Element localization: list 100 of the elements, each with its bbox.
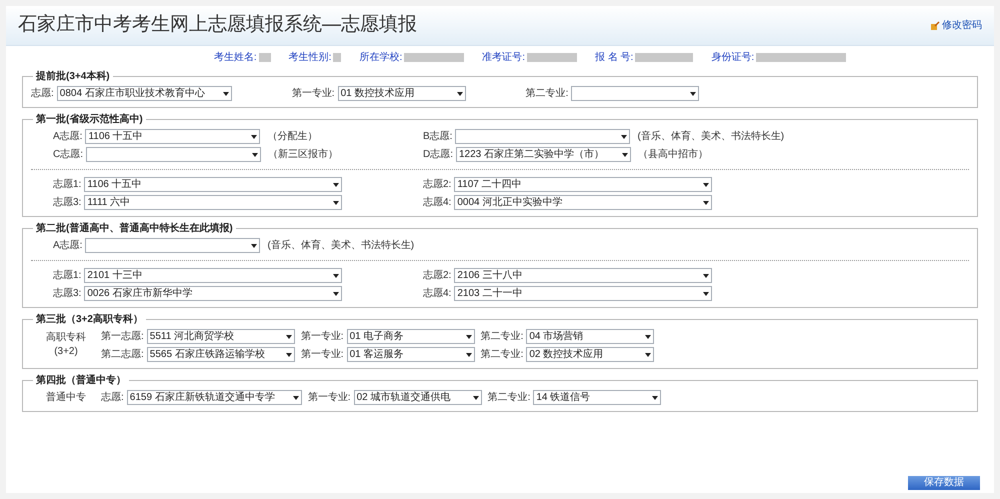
- dropdown[interactable]: 02 数控技术应用: [526, 347, 654, 362]
- redacted-value: [527, 53, 577, 62]
- dropdown-arrow-icon: [252, 152, 258, 156]
- field-label: B志愿:: [423, 130, 452, 144]
- dropdown-arrow-icon: [472, 396, 479, 400]
- dropdown-arrow-icon: [703, 274, 710, 278]
- dropdown[interactable]: 1106 十五中: [85, 129, 260, 144]
- dropdown-arrow-icon: [286, 334, 292, 338]
- dropdown-arrow-icon: [456, 92, 463, 96]
- dropdown[interactable]: 2103 二十一中: [454, 286, 712, 301]
- dropdown-arrow-icon: [333, 182, 340, 186]
- dropdown-arrow-icon: [333, 200, 340, 204]
- dropdown-arrow-icon: [286, 352, 292, 356]
- dropdown[interactable]: 2106 三十八中: [454, 268, 712, 283]
- field-label: 志愿1:: [53, 268, 82, 283]
- dropdown-arrow-icon: [703, 200, 710, 204]
- field-label: 第二专业:: [480, 330, 524, 344]
- dropdown-arrow-icon: [690, 92, 696, 96]
- change-password-link[interactable]: 修改密码: [931, 18, 982, 33]
- field-label: 第一专业:: [300, 348, 344, 362]
- info-label: 考生姓名:: [214, 50, 257, 65]
- dropdown[interactable]: [455, 129, 630, 144]
- field-label: 第二专业:: [480, 348, 524, 362]
- dropdown[interactable]: 0804 石家庄市职业技术教育中心: [56, 86, 232, 101]
- field-note: （新三区报市）: [268, 148, 338, 162]
- field-label: 第一专业:: [292, 86, 335, 101]
- redacted-value: [333, 53, 342, 62]
- dropdown[interactable]: 1111 六中: [84, 195, 342, 210]
- side-label: (3+2): [54, 345, 78, 359]
- redacted-value: [404, 53, 464, 62]
- dropdown-arrow-icon: [652, 396, 658, 400]
- field-label: 志愿:: [101, 390, 124, 405]
- field-label: 第一专业:: [300, 330, 344, 344]
- dropdown[interactable]: 1107 二十四中: [454, 177, 712, 192]
- field-label: 第二专业:: [488, 390, 530, 405]
- dropdown[interactable]: 02 城市轨道交通供电: [354, 390, 482, 405]
- field-label: 第一专业:: [308, 390, 351, 405]
- pencil-icon: [931, 21, 940, 30]
- dropdown[interactable]: 14 铁道信号: [533, 390, 662, 405]
- dropdown[interactable]: 01 数控技术应用: [338, 86, 466, 101]
- redacted-value: [258, 53, 271, 62]
- field-label: 志愿3:: [53, 286, 82, 301]
- dropdown-arrow-icon: [622, 152, 628, 156]
- field-label: 志愿2:: [423, 178, 452, 192]
- field-label: 志愿3:: [53, 196, 82, 210]
- field-label: 第一志愿:: [101, 330, 144, 344]
- info-label: 考生性别:: [288, 50, 332, 65]
- dropdown-arrow-icon: [703, 292, 710, 296]
- side-label: 普通中专: [46, 391, 86, 405]
- info-label: 准考证号:: [482, 50, 525, 65]
- field-note: (音乐、体育、美术、书法特长生): [267, 238, 414, 253]
- info-label: 所在学校:: [359, 50, 402, 65]
- dropdown-arrow-icon: [222, 92, 229, 96]
- dropdown[interactable]: 0004 河北正中实验中学: [454, 195, 712, 210]
- dropdown-arrow-icon: [251, 244, 258, 248]
- section-title: 第一批(省级示范性高中): [35, 112, 144, 127]
- dropdown[interactable]: 01 电子商务: [346, 329, 475, 344]
- dropdown[interactable]: 01 客运服务: [346, 347, 475, 362]
- dropdown[interactable]: 5511 河北商贸学校: [146, 329, 295, 344]
- dropdown[interactable]: 1106 十五中: [84, 177, 342, 192]
- side-label: 高职专科: [46, 331, 86, 345]
- dropdown[interactable]: 04 市场营销: [526, 329, 654, 344]
- dropdown-arrow-icon: [703, 182, 710, 186]
- section-title: 第二批(普通高中、普通高中特长生在此填报): [35, 221, 234, 236]
- dropdown-arrow-icon: [251, 134, 258, 138]
- section-title: 第三批（3+2高职专科）: [35, 312, 144, 327]
- field-label: 第二志愿:: [101, 348, 144, 362]
- field-label: 志愿2:: [423, 268, 452, 283]
- dropdown[interactable]: [571, 86, 700, 101]
- field-label: C志愿:: [53, 148, 83, 162]
- dropdown[interactable]: 0026 石家庄市新华中学: [84, 286, 342, 301]
- dropdown-arrow-icon: [466, 334, 472, 338]
- field-label: A志愿:: [53, 238, 82, 253]
- info-label: 报 名 号:: [595, 50, 634, 65]
- field-label: 志愿4:: [423, 286, 452, 301]
- field-label: 第二专业:: [526, 86, 568, 101]
- field-label: D志愿:: [423, 148, 453, 162]
- dropdown-arrow-icon: [645, 352, 652, 356]
- page-title: 石家庄市中考考生网上志愿填报系统—志愿填报: [18, 13, 417, 38]
- field-label: A志愿:: [53, 130, 82, 144]
- field-label: 志愿:: [31, 86, 54, 101]
- field-note: （县高中招市）: [638, 148, 708, 162]
- section-title: 第四批（普通中专）: [35, 373, 127, 388]
- dropdown[interactable]: [86, 147, 261, 162]
- dropdown[interactable]: 5565 石家庄铁路运输学校: [146, 347, 295, 362]
- dropdown-arrow-icon: [333, 292, 340, 296]
- field-note: （分配生）: [267, 130, 318, 144]
- dropdown-arrow-icon: [466, 352, 472, 356]
- field-label: 志愿4:: [423, 196, 452, 210]
- field-note: (音乐、体育、美术、书法特长生): [637, 130, 784, 144]
- redacted-value: [635, 53, 694, 62]
- dropdown-arrow-icon: [645, 334, 652, 338]
- field-label: 志愿1:: [53, 178, 82, 192]
- save-button[interactable]: 保存数据: [908, 476, 980, 490]
- dropdown[interactable]: 6159 石家庄新铁轨道交通中专学: [126, 390, 302, 405]
- dropdown[interactable]: [85, 238, 260, 253]
- dropdown[interactable]: 2101 十三中: [84, 268, 342, 283]
- info-label: 身份证号:: [711, 51, 754, 65]
- dropdown[interactable]: 1223 石家庄第二实验中学（市）: [456, 147, 631, 162]
- dropdown-arrow-icon: [621, 134, 628, 138]
